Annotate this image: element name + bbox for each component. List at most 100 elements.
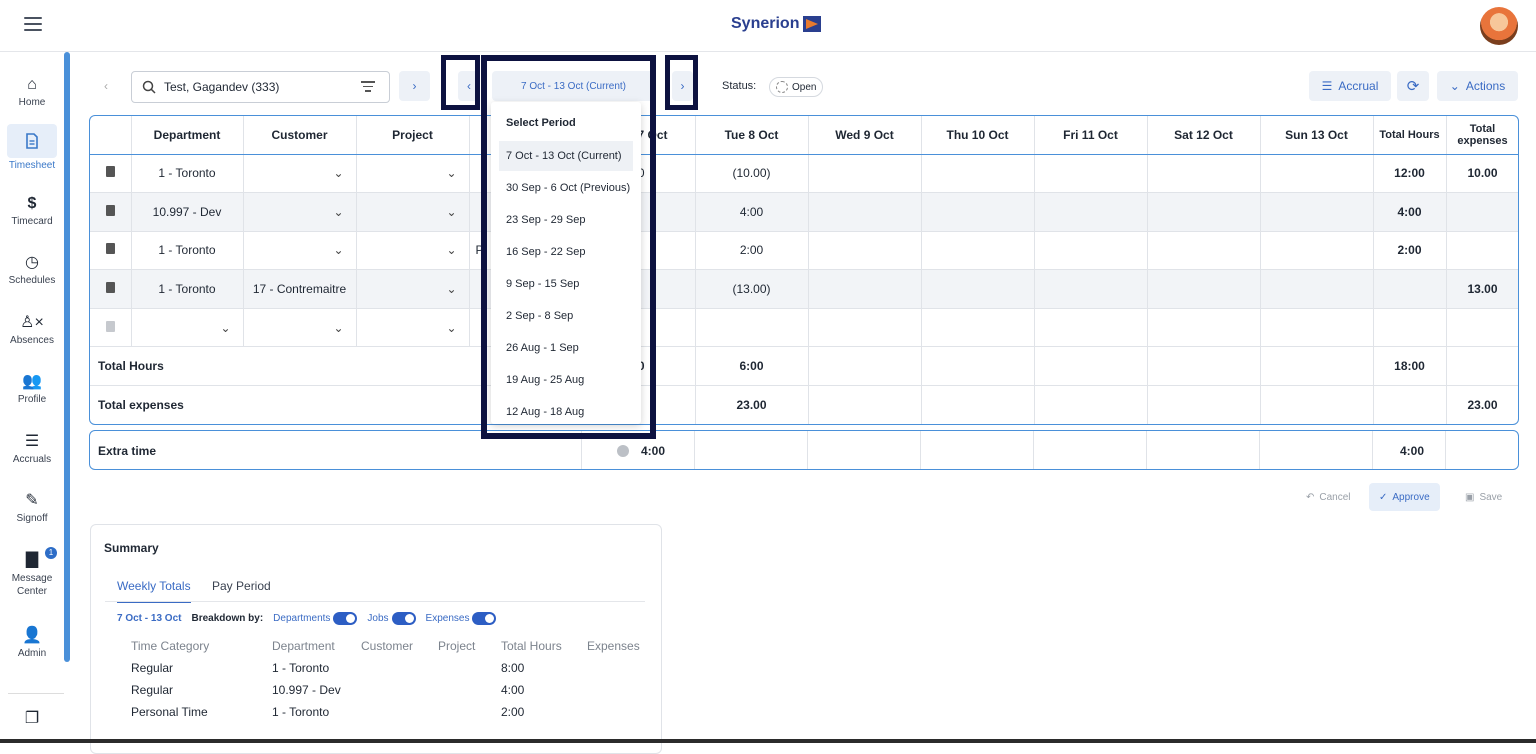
hamburger-menu-icon[interactable] (24, 17, 42, 31)
prev-employee-button[interactable]: ‹ (91, 71, 121, 101)
toggle-jobs[interactable]: Jobs (367, 612, 416, 625)
delete-row-button[interactable] (90, 231, 132, 271)
sidebar-item-home[interactable]: ⌂ Home (0, 76, 64, 108)
sidebar-item-admin[interactable]: 👤 Admin (0, 627, 64, 659)
extra-time-total: 4:00 (1400, 444, 1425, 458)
day-cell[interactable] (1147, 231, 1261, 271)
delete-row-button[interactable] (90, 269, 132, 309)
project-select[interactable]: ⌄ (356, 154, 470, 194)
user-avatar[interactable] (1480, 7, 1518, 45)
sidebar-item-documents[interactable]: ❐ (0, 710, 64, 731)
day-cell[interactable] (1034, 192, 1148, 232)
highlight-frame-period (481, 55, 656, 439)
chevron-down-icon: ⌄ (446, 204, 457, 219)
sidebar-item-message-center[interactable]: ▇ 1 Message Center (0, 547, 64, 598)
column-header[interactable]: Customer (243, 116, 357, 155)
day-cell[interactable] (1034, 231, 1148, 271)
toggle-switch[interactable] (472, 612, 497, 625)
day-cell[interactable] (808, 231, 922, 271)
column-header[interactable]: Tue 8 Oct (695, 116, 809, 155)
toggle-departments[interactable]: Departments (273, 612, 358, 625)
customer-select[interactable]: ⌄ (243, 308, 357, 348)
project-select[interactable]: ⌄ (356, 269, 470, 309)
day-cell[interactable] (921, 154, 1035, 194)
day-cell[interactable] (808, 308, 922, 348)
day-cell[interactable]: (13.00) (695, 269, 809, 309)
table-row: 10.997 - Dev ⌄ ⌄ 4:00 4:00 (90, 192, 1518, 232)
toggle-expenses[interactable]: Expenses (426, 612, 497, 625)
table-header-row: Department Customer Project Mon 7 Oct Tu… (90, 116, 1518, 155)
column-header[interactable]: Wed 9 Oct (808, 116, 922, 155)
cancel-button[interactable]: ↶ Cancel (1296, 483, 1361, 511)
next-employee-button[interactable]: › (399, 71, 430, 101)
chevron-down-icon: ⌄ (446, 243, 457, 258)
day-cell[interactable] (1147, 154, 1261, 194)
day-cell[interactable]: (10.00) (695, 154, 809, 194)
project-select[interactable]: ⌄ (356, 308, 470, 348)
day-cell[interactable] (1260, 231, 1374, 271)
day-cell[interactable] (921, 308, 1035, 348)
day-cell[interactable] (1147, 308, 1261, 348)
day-cell[interactable] (921, 231, 1035, 271)
customer-select[interactable]: ⌄ (243, 192, 357, 232)
department-select[interactable]: ⌄ (131, 308, 244, 348)
day-cell[interactable] (1034, 154, 1148, 194)
save-button[interactable]: ▣ Save (1455, 483, 1512, 511)
day-cell[interactable] (808, 192, 922, 232)
clock-icon: ◷ (25, 254, 39, 271)
sidebar-item-accruals[interactable]: ☰ Accruals (0, 433, 64, 465)
department-cell[interactable]: 1 - Toronto (131, 231, 244, 271)
department-cell[interactable]: 1 - Toronto (131, 269, 244, 309)
tab-pay-period[interactable]: Pay Period (212, 579, 271, 593)
sidebar-item-signoff[interactable]: ✎ Signoff (0, 492, 64, 524)
day-cell[interactable] (808, 269, 922, 309)
column-header[interactable]: Sat 12 Oct (1147, 116, 1261, 155)
column-header[interactable]: Department (131, 116, 244, 155)
employee-search-input[interactable] (164, 80, 344, 94)
refresh-button[interactable]: ⟳ (1397, 71, 1429, 101)
column-header[interactable]: Sun 13 Oct (1260, 116, 1374, 155)
accrual-button[interactable]: ☰ Accrual (1309, 71, 1391, 101)
day-cell[interactable] (921, 192, 1035, 232)
day-cell[interactable] (1260, 192, 1374, 232)
day-cell[interactable] (1260, 308, 1374, 348)
day-cell[interactable] (1260, 269, 1374, 309)
day-cell[interactable] (1260, 154, 1374, 194)
delete-row-button[interactable] (90, 192, 132, 232)
day-cell[interactable]: 2:00 (695, 231, 809, 271)
sidebar-item-schedules[interactable]: ◷ Schedules (0, 254, 64, 286)
column-header: Customer (361, 639, 414, 653)
sidebar-item-absences[interactable]: ♙× Absences (0, 314, 64, 346)
sidebar-item-timesheet[interactable]: Timesheet (0, 124, 64, 171)
customer-select[interactable]: ⌄ (243, 154, 357, 194)
day-cell[interactable] (695, 308, 809, 348)
tab-weekly-totals[interactable]: Weekly Totals (117, 579, 191, 603)
filter-icon[interactable] (361, 81, 375, 95)
column-header[interactable]: Fri 11 Oct (1034, 116, 1148, 155)
highlight-frame-next (665, 55, 698, 110)
day-cell[interactable]: 4:00 (695, 192, 809, 232)
sidebar-item-profile[interactable]: 👥 Profile (0, 373, 64, 405)
toggle-switch[interactable] (391, 612, 416, 625)
day-cell[interactable] (1147, 192, 1261, 232)
toggle-switch[interactable] (333, 612, 358, 625)
sidebar-scrollbar[interactable] (64, 52, 70, 662)
day-cell[interactable] (1147, 269, 1261, 309)
day-cell[interactable] (1034, 308, 1148, 348)
employee-search[interactable] (131, 71, 390, 103)
delete-row-button[interactable] (90, 154, 132, 194)
department-cell[interactable]: 10.997 - Dev (131, 192, 244, 232)
column-header[interactable]: Project (356, 116, 470, 155)
actions-button[interactable]: ⌄ Actions (1437, 71, 1518, 101)
customer-select[interactable]: ⌄ (243, 231, 357, 271)
project-select[interactable]: ⌄ (356, 192, 470, 232)
day-cell[interactable] (1034, 269, 1148, 309)
approve-button[interactable]: ✓ Approve (1369, 483, 1440, 511)
day-cell[interactable] (921, 269, 1035, 309)
column-header[interactable]: Thu 10 Oct (921, 116, 1035, 155)
department-cell[interactable]: 1 - Toronto (131, 154, 244, 194)
project-select[interactable]: ⌄ (356, 231, 470, 271)
customer-cell[interactable]: 17 - Contremaitre (243, 269, 357, 309)
sidebar-item-timecard[interactable]: $ Timecard (0, 195, 64, 227)
day-cell[interactable] (808, 154, 922, 194)
